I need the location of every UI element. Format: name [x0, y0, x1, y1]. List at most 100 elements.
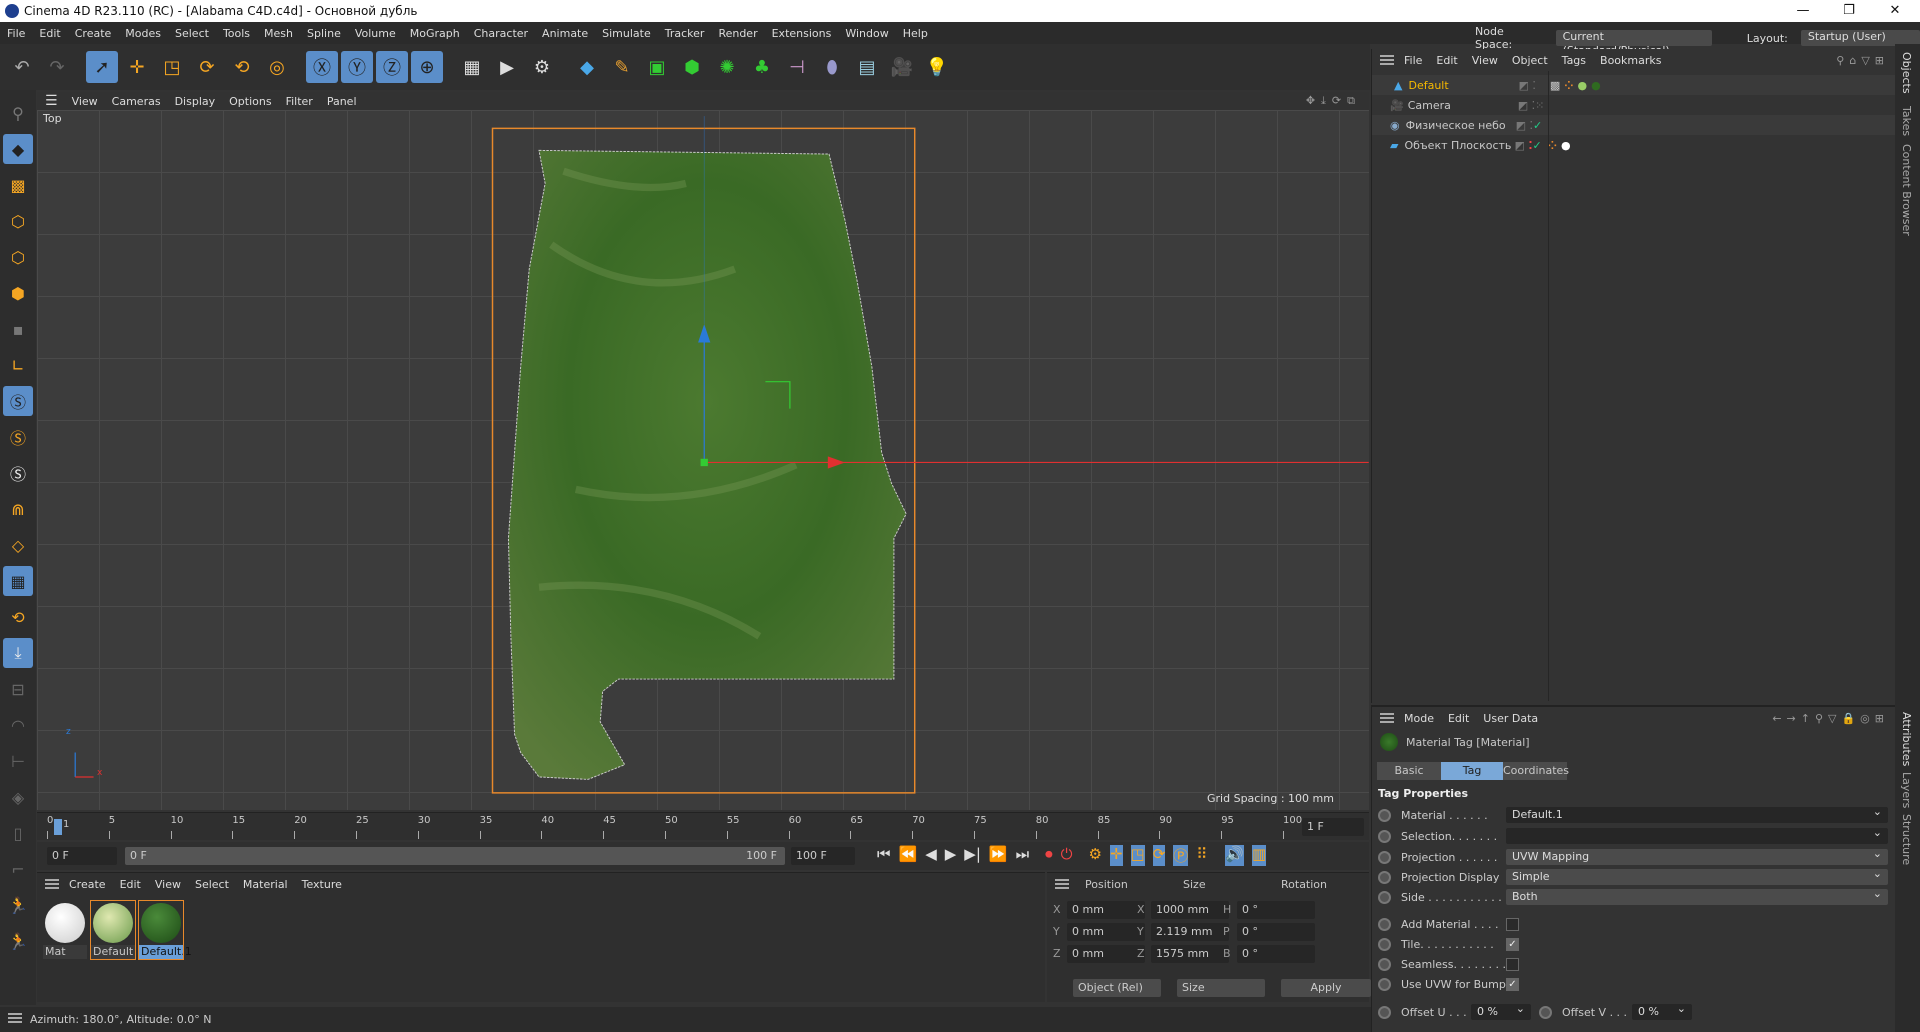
mograph-icon[interactable]: ♣	[746, 51, 778, 83]
menu-tracker[interactable]: Tracker	[658, 27, 712, 40]
menu-window[interactable]: Window	[838, 27, 895, 40]
floor-icon[interactable]: ▤	[851, 51, 883, 83]
make-editable-icon[interactable]: ⚲	[3, 98, 33, 128]
menu-modes[interactable]: Modes	[118, 27, 168, 40]
animate-radio[interactable]	[1378, 957, 1391, 971]
recent-tools-icon[interactable]: ⟲	[226, 51, 258, 83]
next-frame-icon[interactable]: ▶|	[964, 845, 981, 866]
polygons-mode-icon[interactable]: ⬢	[3, 278, 33, 308]
scale-tool-icon[interactable]: ◳	[156, 51, 188, 83]
tab-basic[interactable]: Basic	[1377, 762, 1441, 780]
material-swatch[interactable]: Default.1	[138, 900, 192, 960]
use-uvw-checkbox[interactable]: ✓	[1506, 977, 1519, 991]
menu-create[interactable]: Create	[68, 27, 119, 40]
light-icon[interactable]: 💡	[921, 51, 953, 83]
grid-icon[interactable]: ▦	[3, 566, 33, 596]
box-icon[interactable]: ◈	[3, 782, 33, 812]
coordinate-field-s[interactable]: 2.119 mm	[1151, 923, 1229, 941]
mat-menu-edit[interactable]: Edit	[120, 878, 141, 891]
character-walk-icon[interactable]: 🏃	[3, 926, 33, 956]
previous-key-icon[interactable]: ⏪	[899, 845, 918, 866]
coordinate-field-r[interactable]: 0 °	[1237, 945, 1315, 963]
obj-menu-tags[interactable]: Tags	[1562, 54, 1586, 67]
coordinate-field-p[interactable]: 0 mm	[1067, 923, 1145, 941]
menu-spline[interactable]: Spline	[300, 27, 348, 40]
menu-select[interactable]: Select	[168, 27, 216, 40]
key-pla-icon[interactable]: ⠿	[1196, 845, 1207, 866]
coordinate-field-p[interactable]: 0 mm	[1067, 901, 1145, 919]
coordinate-field-r[interactable]: 0 °	[1237, 901, 1315, 919]
current-frame-field[interactable]: 0 F	[47, 847, 117, 865]
obj-menu-bookmarks[interactable]: Bookmarks	[1600, 54, 1661, 67]
animate-radio[interactable]	[1378, 870, 1391, 884]
frame-range-slider[interactable]: 0 F 100 F	[125, 847, 785, 865]
end-frame-field[interactable]: 1 F	[1302, 818, 1364, 836]
side-tab-attributes[interactable]: Attributes	[1900, 712, 1913, 766]
z-axis-lock-icon[interactable]: Ⓩ	[376, 51, 408, 83]
visibility-icon[interactable]: ◩ ⁚✓	[1516, 119, 1543, 132]
camera-icon[interactable]: 🎥	[886, 51, 918, 83]
select-tool-icon[interactable]: ➚	[86, 51, 118, 83]
uv-mode-icon[interactable]: ▪	[3, 314, 33, 344]
obj-menu-edit[interactable]: Edit	[1436, 54, 1457, 67]
hamburger-icon[interactable]	[1380, 713, 1394, 723]
tags-icons[interactable]: ⁘●	[1548, 139, 1575, 152]
f-curve-icon[interactable]: ◠	[3, 710, 33, 740]
material-swatch[interactable]: Default	[90, 900, 136, 960]
go-to-start-icon[interactable]: ⏮	[877, 845, 891, 866]
menu-help[interactable]: Help	[896, 27, 935, 40]
menu-animate[interactable]: Animate	[535, 27, 595, 40]
subdivision-icon[interactable]: ▣	[641, 51, 673, 83]
projection-display-select[interactable]: Simple	[1506, 866, 1888, 885]
attr-menu-mode[interactable]: Mode	[1404, 712, 1434, 725]
key-parameter-icon[interactable]: Ⓟ	[1173, 845, 1189, 866]
animate-radio[interactable]	[1378, 1005, 1391, 1019]
render-view-icon[interactable]: ▦	[456, 51, 488, 83]
points-mode-icon[interactable]: ⬡	[3, 206, 33, 236]
attr-menu-edit[interactable]: Edit	[1448, 712, 1469, 725]
viewport-hamburger-icon[interactable]: ☰	[45, 93, 58, 109]
viewport-menu-display[interactable]: Display	[175, 95, 216, 108]
edges-mode-icon[interactable]: ⬡	[3, 242, 33, 272]
film-icon[interactable]: ▥	[1251, 845, 1267, 866]
mat-menu-create[interactable]: Create	[69, 878, 106, 891]
render-settings-icon[interactable]: ⚙	[526, 51, 558, 83]
cylinder-icon[interactable]: ▯	[3, 818, 33, 848]
visibility-icon[interactable]: ◩ ⁚✓	[1514, 139, 1541, 152]
object-manager-tool-icons[interactable]: ⚲⌂▽⊞	[1836, 54, 1889, 67]
menu-mesh[interactable]: Mesh	[257, 27, 300, 40]
workplane-lock-icon[interactable]: ⟲	[3, 602, 33, 632]
menu-tools[interactable]: Tools	[216, 27, 257, 40]
animate-radio[interactable]	[1378, 829, 1391, 843]
animate-radio[interactable]	[1378, 977, 1391, 991]
mat-menu-select[interactable]: Select	[195, 878, 229, 891]
max-frame-field[interactable]: 100 F	[791, 847, 855, 865]
menu-volume[interactable]: Volume	[348, 27, 403, 40]
cloner-icon[interactable]: ✺	[711, 51, 743, 83]
keyframe-selection-icon[interactable]: ⚙	[1088, 845, 1101, 866]
offset-v-field[interactable]: 0 %	[1632, 1001, 1692, 1020]
size-mode-select[interactable]: Size	[1177, 979, 1265, 997]
tab-coordinates[interactable]: Coordinates	[1503, 762, 1569, 780]
material-swatch[interactable]: Mat	[43, 901, 87, 959]
obj-menu-view[interactable]: View	[1472, 54, 1498, 67]
tags-icons[interactable]: ▩⁘●●	[1550, 79, 1605, 92]
viewport-navigation-icons[interactable]: ✥⤓⟳⧉	[1306, 94, 1361, 108]
seamless-checkbox[interactable]	[1506, 957, 1519, 971]
object-row-default[interactable]: ▲ Default ◩ ⁚ ▩⁘●●	[1372, 75, 1896, 95]
coordinate-field-s[interactable]: 1575 mm	[1151, 945, 1229, 963]
coordinate-mode-select[interactable]: Object (Rel)	[1073, 979, 1161, 997]
animate-radio[interactable]	[1378, 808, 1391, 822]
animate-radio[interactable]	[1378, 937, 1391, 951]
coordinate-field-r[interactable]: 0 °	[1237, 923, 1315, 941]
side-tab-content-browser[interactable]: Content Browser	[1900, 144, 1913, 236]
spline-icon[interactable]: ⌐	[3, 854, 33, 884]
minimize-button[interactable]: —	[1780, 0, 1826, 22]
visibility-icon[interactable]: ◩ ⁚	[1518, 79, 1535, 92]
offset-u-field[interactable]: 0 %	[1471, 1001, 1531, 1020]
cube-icon[interactable]: ◆	[571, 51, 603, 83]
animate-radio[interactable]	[1378, 890, 1391, 904]
menu-file[interactable]: File	[0, 27, 32, 40]
play-icon[interactable]: ▶	[945, 845, 957, 866]
close-button[interactable]: ✕	[1872, 0, 1918, 22]
